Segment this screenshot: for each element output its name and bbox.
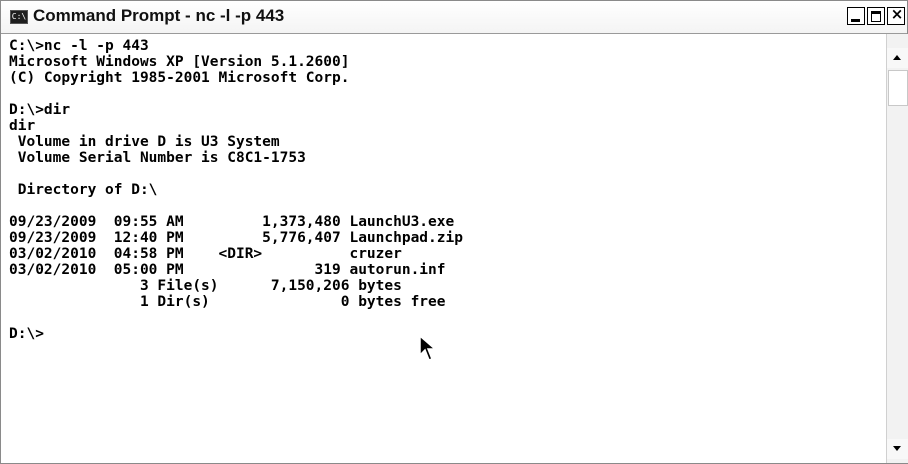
console-line: Microsoft Windows XP [Version 5.1.2600]: [9, 54, 350, 70]
title-bar[interactable]: C:\ Command Prompt - nc -l -p 443 ×: [1, 1, 907, 34]
scroll-thumb[interactable]: [888, 70, 908, 106]
console-line: C:\>nc -l -p 443: [9, 38, 149, 54]
console-line: 1 Dir(s) 0 bytes free: [9, 294, 446, 310]
console-icon[interactable]: C:\: [10, 10, 28, 24]
console-line: 03/02/2010 05:00 PM 319 autorun.inf: [9, 262, 446, 278]
console-line: Directory of D:\: [9, 182, 158, 198]
console-line: Volume Serial Number is C8C1-1753: [9, 150, 306, 166]
console-line: D:\>dir: [9, 102, 71, 118]
window-title: Command Prompt - nc -l -p 443: [33, 6, 285, 25]
vertical-scrollbar[interactable]: [886, 34, 908, 463]
console-line: 03/02/2010 04:58 PM <DIR> cruzer: [9, 246, 402, 262]
mouse-pointer-icon: [419, 335, 437, 361]
close-button[interactable]: ×: [887, 5, 905, 25]
scroll-down-icon[interactable]: [887, 439, 908, 459]
console-line: Volume in drive D is U3 System: [9, 134, 280, 150]
console-line: 09/23/2009 09:55 AM 1,373,480 LaunchU3.e…: [9, 214, 455, 230]
console-line: (C) Copyright 1985-2001 Microsoft Corp.: [9, 70, 350, 86]
scroll-up-icon[interactable]: [887, 48, 908, 68]
console-line: 09/23/2009 12:40 PM 5,776,407 Launchpad.…: [9, 230, 463, 246]
maximize-button[interactable]: [867, 7, 885, 25]
console-line: 3 File(s) 7,150,206 bytes: [9, 278, 402, 294]
console-line: dir: [9, 118, 36, 134]
minimize-button[interactable]: [847, 7, 865, 25]
console-output[interactable]: C:\>nc -l -p 443 Microsoft Windows XP [V…: [3, 34, 883, 462]
console-prompt: D:\>: [9, 326, 44, 342]
command-prompt-window: C:\ Command Prompt - nc -l -p 443 × C:\>…: [0, 0, 908, 464]
close-icon: ×: [890, 5, 904, 23]
